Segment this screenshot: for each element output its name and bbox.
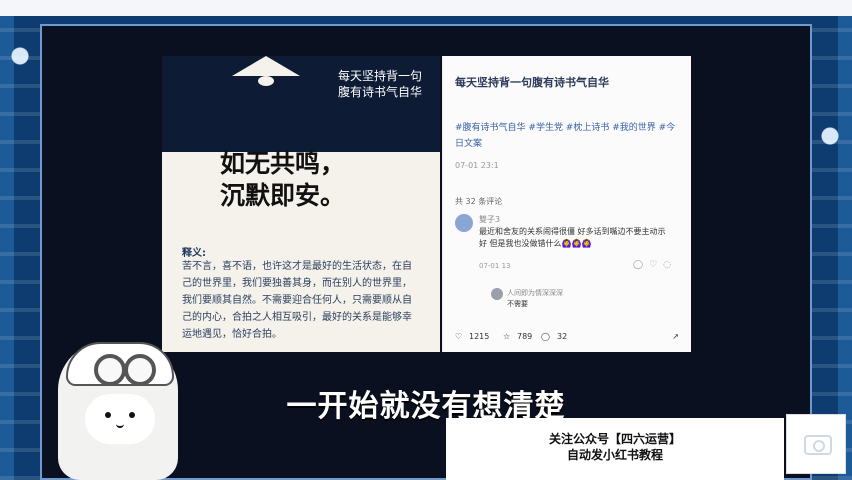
camera-icon bbox=[804, 435, 832, 455]
right-eye bbox=[129, 412, 135, 418]
star-icon[interactable]: ☆ bbox=[503, 332, 510, 341]
post-actions: ♡ 1215 ☆ 789 ◯ 32 ↗ bbox=[455, 332, 679, 346]
promo-line-2: 自动发小红书教程 bbox=[566, 448, 663, 462]
quote-image-card: 每天坚持背一句 腹有诗书气自华 如无共鸣， 沉默即安。 释义: 苦不言，喜不语，… bbox=[162, 56, 440, 352]
reply-name[interactable]: 人间即为情深深深 bbox=[507, 288, 563, 298]
helmet-icon bbox=[66, 342, 174, 386]
mascot bbox=[58, 342, 178, 480]
explanation-text: 苦不言，喜不语，也许这才是最好的生活状态，在自己的世界里，我们要独善其身，而在别… bbox=[182, 261, 412, 340]
left-eye bbox=[105, 412, 111, 418]
reply-avatar[interactable] bbox=[491, 288, 503, 300]
avatar[interactable] bbox=[455, 214, 473, 232]
share-icon[interactable]: ↗ bbox=[672, 332, 679, 341]
comment-date: 07-01 13 bbox=[479, 262, 511, 270]
comment-icon[interactable]: ◯ bbox=[541, 332, 550, 341]
right-goggle-icon bbox=[124, 354, 156, 386]
post-date: 07-01 23:1 bbox=[455, 161, 499, 170]
comment-action-icons[interactable]: ◯♡◌ bbox=[633, 260, 677, 270]
social-post-panel: 每天坚持背一句腹有诗书气自华 #腹有诗书气自华 #学生党 #枕上诗书 #我的世界… bbox=[442, 56, 691, 352]
mascot-face bbox=[85, 394, 155, 444]
promo-banner: 关注公众号【四六运营】 自动发小红书教程 bbox=[446, 418, 784, 480]
like-count: 1215 bbox=[469, 332, 490, 341]
lamp-icon bbox=[232, 56, 300, 86]
reply-text: 不需要 bbox=[507, 300, 528, 308]
camera-button[interactable] bbox=[786, 414, 846, 474]
top-bar bbox=[0, 0, 852, 16]
like-icon[interactable]: ♡ bbox=[455, 332, 462, 341]
explanation-label: 释义: bbox=[182, 248, 206, 259]
promo-line-1: 关注公众号【四六运营】 bbox=[548, 432, 681, 446]
quote-image-subtitle: 每天坚持背一句 腹有诗书气自华 bbox=[337, 69, 422, 99]
comment-text: 最近和舍友的关系闹得很僵 好多话到嘴边不要主动示好 但是我也没做错什么🙆‍♀️🙆… bbox=[479, 227, 666, 248]
post-tags[interactable]: #腹有诗书气自华 #学生党 #枕上诗书 #我的世界 #今日文案 bbox=[455, 120, 679, 152]
comment-count: 共 32 条评论 bbox=[455, 197, 503, 206]
left-goggle-icon bbox=[94, 354, 126, 386]
commenter-name[interactable]: 雙子3 bbox=[479, 214, 500, 225]
mouth bbox=[116, 422, 124, 428]
quote-headline: 如无共鸣， 沉默即安。 bbox=[220, 149, 346, 210]
star-count: 789 bbox=[517, 332, 533, 341]
comment-count-icon-label: 32 bbox=[557, 332, 568, 341]
post-title: 每天坚持背一句腹有诗书气自华 bbox=[455, 76, 609, 89]
